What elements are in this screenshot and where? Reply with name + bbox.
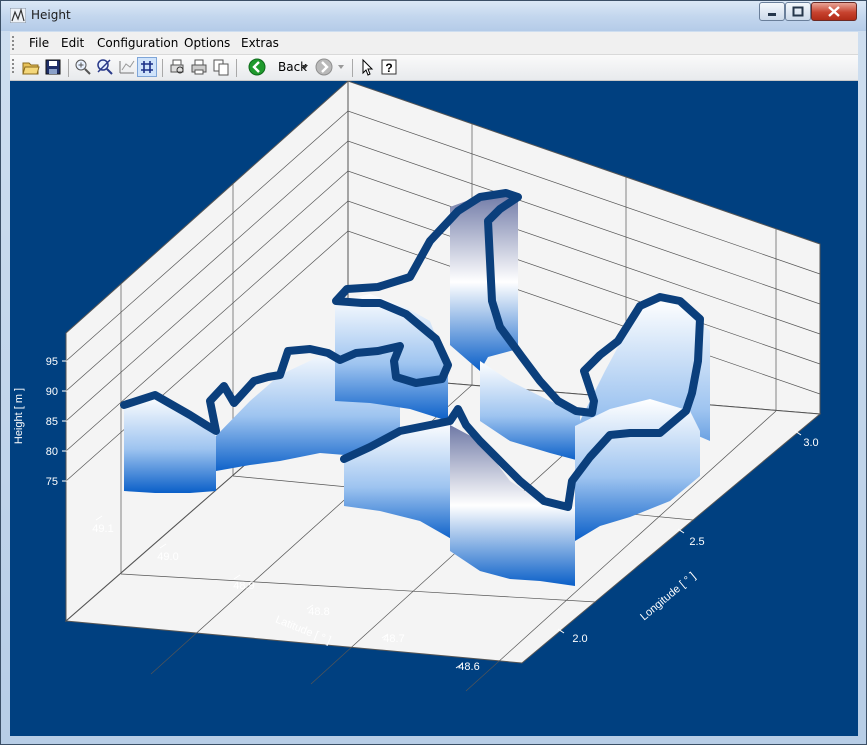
toolbar-grip[interactable] — [12, 59, 17, 73]
menu-grip[interactable] — [12, 36, 17, 50]
y-tick-label: 3.0 — [803, 437, 818, 449]
back-dropdown-icon[interactable] — [302, 65, 308, 69]
z-tick-label: 80 — [46, 446, 58, 458]
toolbar-separator — [162, 59, 163, 77]
menu-edit[interactable]: Edit — [61, 36, 84, 50]
window-title: Height — [31, 8, 71, 22]
maximize-icon — [792, 6, 804, 17]
toolbar: Back ? — [10, 55, 858, 81]
z-tick-label: 85 — [46, 416, 58, 428]
app-window: Height File Edit Configuration Options E… — [0, 0, 867, 745]
menu-extras[interactable]: Extras — [241, 36, 279, 50]
menu-bar: File Edit Configuration Options Extras — [10, 32, 858, 55]
z-tick-label: 95 — [46, 356, 58, 368]
print-icon[interactable] — [190, 58, 208, 76]
help-icon[interactable]: ? — [380, 58, 398, 76]
minimize-icon — [768, 13, 776, 16]
grid-toggle-icon[interactable] — [137, 57, 157, 77]
minimize-button[interactable] — [759, 2, 785, 21]
toolbar-separator — [352, 59, 353, 77]
print-preview-icon[interactable] — [168, 58, 186, 76]
pointer-icon[interactable] — [358, 58, 376, 76]
save-icon[interactable] — [44, 58, 62, 76]
surface-plot: 95 90 85 80 75 Height [ m ] 49.1 49.0 48… — [13, 81, 822, 692]
y-tick-label: 2.0 — [572, 633, 587, 645]
toolbar-separator — [68, 59, 69, 77]
forward-dropdown-icon[interactable] — [338, 65, 344, 69]
menu-options[interactable]: Options — [184, 36, 230, 50]
copy-icon[interactable] — [212, 58, 230, 76]
x-tick-label: 48.8 — [308, 606, 329, 618]
zoom-reset-icon[interactable] — [96, 58, 114, 76]
zoom-in-icon[interactable] — [74, 58, 92, 76]
z-tick-label: 75 — [46, 476, 58, 488]
maximize-button[interactable] — [785, 2, 811, 21]
menu-configuration[interactable]: Configuration — [97, 36, 178, 50]
y-tick-label: 2.5 — [689, 536, 704, 548]
x-tick-label: 48.9 — [233, 580, 254, 592]
chart-app-icon — [10, 8, 26, 23]
z-tick-label: 90 — [46, 386, 58, 398]
z-axis-label: Height [ m ] — [13, 388, 25, 444]
title-bar[interactable]: Height — [1, 1, 866, 31]
x-tick-label: 48.7 — [383, 633, 404, 645]
x-tick-label: 49.0 — [157, 551, 178, 563]
x-tick-label: 48.6 — [458, 661, 479, 673]
menu-file[interactable]: File — [29, 36, 49, 50]
svg-text:?: ? — [385, 61, 392, 75]
open-folder-icon[interactable] — [22, 58, 40, 76]
toolbar-separator — [236, 59, 237, 77]
axis-scale-icon[interactable] — [118, 58, 136, 76]
forward-arrow-icon[interactable] — [315, 58, 333, 76]
y-axis-label: Longitude [ ° ] — [638, 570, 698, 623]
plot-area: 95 90 85 80 75 Height [ m ] 49.1 49.0 48… — [10, 81, 858, 736]
close-icon — [828, 6, 840, 17]
close-button[interactable] — [811, 2, 857, 21]
back-arrow-icon[interactable] — [248, 58, 266, 76]
x-tick-label: 49.1 — [92, 523, 113, 535]
